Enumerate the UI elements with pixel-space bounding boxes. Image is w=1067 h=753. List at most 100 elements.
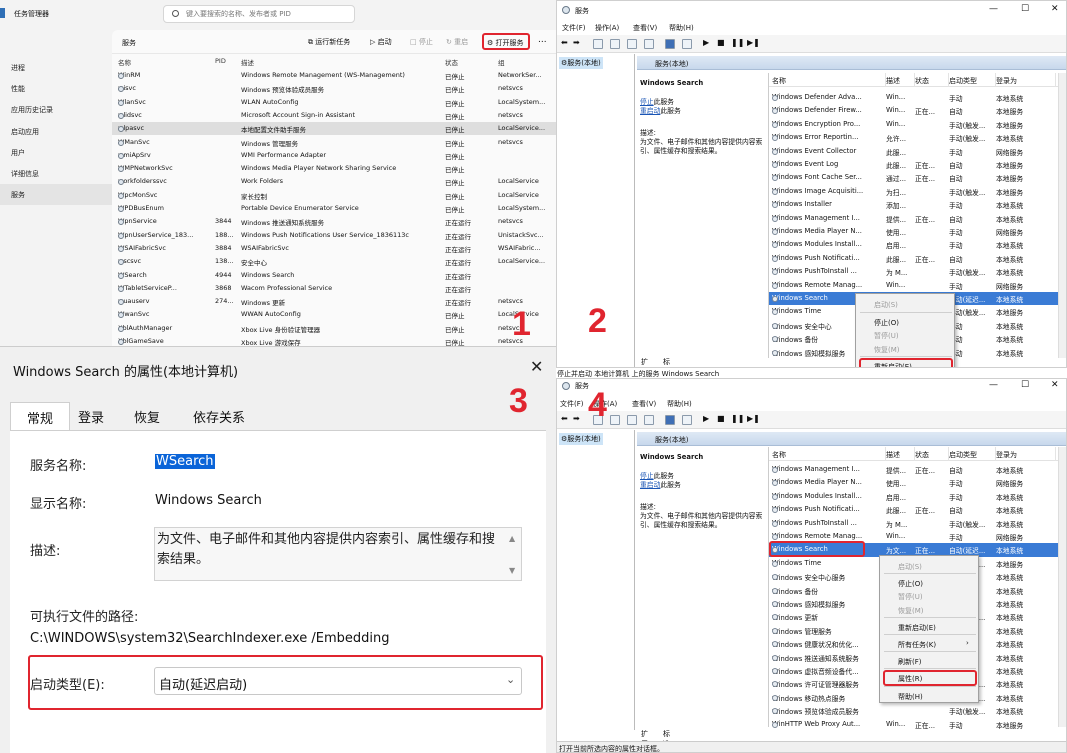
col-status[interactable]: 状态 [445, 57, 458, 67]
nav-processes[interactable]: 进程 [0, 57, 112, 78]
stop-button[interactable]: □ 停止 [410, 37, 433, 47]
service-row[interactable]: Windows Event Log 此服... 正在... 自动 本地服务 [769, 158, 1059, 171]
help-icon[interactable] [665, 415, 675, 425]
forward-icon[interactable]: ➡ [573, 38, 580, 47]
stop-icon[interactable]: ■ [717, 38, 725, 47]
col-description[interactable]: 描述 [241, 57, 254, 67]
nav-performance[interactable]: 性能 [0, 78, 112, 99]
service-row[interactable]: Windows Modules Install... 启用... 手动 本地系统 [769, 238, 1059, 251]
table-row[interactable]: workfolderssvc Work Folders 已停止 LocalServic… [112, 175, 556, 188]
menu-item[interactable]: 帮助(H) [880, 689, 978, 703]
col-name[interactable]: 名称 [118, 57, 131, 67]
table-row[interactable]: XblAuthManager Xbox Live 身份验证管理器 已停止 netsvc… [112, 322, 556, 335]
close-button[interactable]: ✕ [1051, 380, 1059, 390]
col-status[interactable]: 状态 [915, 447, 949, 461]
service-row[interactable]: Windows Media Player N... 使用... 手动 网络服务 [769, 476, 1059, 489]
menu-file[interactable]: 文件(F) [562, 23, 586, 33]
service-row[interactable]: Windows Image Acquisiti... 为扫... 手动(触发... 本… [769, 185, 1059, 198]
col-name[interactable]: 名称 [772, 73, 886, 87]
scroll-up-icon[interactable]: ▲ [509, 534, 515, 543]
export-icon[interactable] [644, 415, 654, 425]
service-row[interactable]: Windows Installer 添加... 手动 本地系统 [769, 198, 1059, 211]
close-button[interactable]: ✕ [1051, 4, 1059, 14]
more-button[interactable]: ... [538, 35, 547, 45]
menu-help[interactable]: 帮助(H) [667, 399, 692, 409]
table-row[interactable]: wisvc Windows 预览体验成员服务 已停止 netsvcs [112, 82, 556, 95]
startup-type-select[interactable]: 自动(延迟启动) ⌄ [154, 667, 522, 695]
table-row[interactable]: WMPNetworkSvc Windows Media Player Networ… [112, 162, 556, 175]
service-row[interactable]: Windows Push Notificati... 此服... 正在... 自动 本地… [769, 252, 1059, 265]
service-row[interactable]: Windows Modules Install... 启用... 手动 本地系统 [769, 490, 1059, 503]
tab-extended[interactable]: 扩展 [641, 357, 648, 367]
service-row[interactable]: Windows Media Player N... 使用... 手动 网络服务 [769, 225, 1059, 238]
service-row[interactable]: Windows Management I... 提供... 正在... 自动 本地系统 [769, 463, 1059, 476]
maximize-button[interactable]: ☐ [1021, 4, 1029, 14]
table-row[interactable]: wmiApSrv WMI Performance Adapter 已停止 [112, 149, 556, 162]
col-log-on-as[interactable]: 登录为 [996, 73, 1056, 87]
service-row[interactable]: Windows 预览体验成员服务 手动(触发... 本地系统 [769, 704, 1059, 717]
table-row[interactable]: WSearch 4944 Windows Search 正在运行 [112, 269, 556, 282]
table-row[interactable]: WinRM Windows Remote Management (WS-Manag… [112, 69, 556, 82]
start-button[interactable]: ▷ 启动 [370, 37, 392, 47]
pause-icon[interactable]: ❚❚ [731, 414, 744, 423]
menu-view[interactable]: 查看(V) [633, 23, 657, 33]
tab-general[interactable]: 常规 [10, 402, 70, 432]
service-row[interactable]: Windows PushToInstall ... 为 M... 手动(触发... 本… [769, 265, 1059, 278]
minimize-button[interactable]: — [989, 380, 998, 390]
menu-file[interactable]: 文件(F) [560, 399, 584, 409]
service-row[interactable]: Windows Remote Manag... Win... 手动 网络服务 [769, 279, 1059, 292]
restart-service-link[interactable]: 重启动 [640, 107, 660, 115]
properties-icon[interactable] [682, 39, 692, 49]
open-services-button[interactable]: ⚙ 打开服务 [482, 33, 530, 50]
menu-item[interactable]: 所有任务(K) › [880, 637, 978, 651]
service-row[interactable]: Windows Font Cache Ser... 通过... 正在... 自动 本地服… [769, 171, 1059, 184]
table-row[interactable]: WpnUserService_183... 188... Windows Push … [112, 229, 556, 242]
pause-icon[interactable]: ❚❚ [731, 38, 744, 47]
tab-logon[interactable]: 登录 [70, 402, 112, 429]
table-row[interactable]: wlpasvc 本地配置文件助手服务 已停止 LocalService... [112, 122, 556, 136]
forward-icon[interactable]: ➡ [573, 414, 580, 423]
col-pid[interactable]: PID [215, 57, 226, 65]
restart-service-link[interactable]: 重启动 [640, 481, 660, 489]
maximize-button[interactable]: ☐ [1021, 380, 1029, 390]
menu-item[interactable]: 启动(S) [880, 559, 978, 573]
menu-item[interactable]: 停止(O) [880, 576, 978, 590]
table-row[interactable]: XblGameSave Xbox Live 游戏保存 已停止 netsvcs [112, 335, 556, 346]
back-icon[interactable]: ⬅ [561, 414, 568, 423]
menu-item[interactable]: 重新启动(E) [856, 358, 954, 367]
service-row[interactable]: Windows Push Notificati... 此服... 正在... 自动 本地… [769, 503, 1059, 516]
service-row[interactable]: Windows Management I... 提供... 正在... 自动 本地系统 [769, 212, 1059, 225]
minimize-button[interactable]: — [989, 4, 998, 14]
menu-item[interactable]: 刷新(F) [880, 654, 978, 668]
service-row[interactable]: Windows Encryption Pro... Win... 手动(触发... 本… [769, 118, 1059, 131]
menu-item[interactable]: 重新启动(E) [880, 620, 978, 634]
scroll-down-icon[interactable]: ▼ [509, 566, 515, 575]
table-row[interactable]: WlanSvc WLAN AutoConfig 已停止 LocalSystem... [112, 96, 556, 109]
stop-service-link[interactable]: 停止 [640, 98, 654, 106]
display-name-value[interactable]: Windows Search [155, 493, 262, 508]
help-icon[interactable] [665, 39, 675, 49]
properties-icon[interactable] [682, 415, 692, 425]
col-log-on-as[interactable]: 登录为 [996, 447, 1056, 461]
nav-startup-apps[interactable]: 启动应用 [0, 121, 112, 142]
console-tree-icon[interactable] [593, 39, 603, 49]
stop-icon[interactable]: ■ [717, 414, 725, 423]
menu-help[interactable]: 帮助(H) [669, 23, 694, 33]
menu-view[interactable]: 查看(V) [632, 399, 656, 409]
col-name[interactable]: 名称 [772, 447, 886, 461]
service-name-value[interactable]: WSearch [155, 454, 215, 469]
service-row[interactable]: Windows Defender Adva... Win... 手动 本地系统 [769, 91, 1059, 104]
col-description[interactable]: 描述 [886, 73, 915, 87]
service-row[interactable]: WinHTTP Web Proxy Aut... Win... 正在... 手动 本地服… [769, 718, 1059, 731]
refresh-icon[interactable] [627, 39, 637, 49]
menu-item[interactable]: 恢复(M) [880, 603, 978, 617]
col-status[interactable]: 状态 [915, 73, 949, 87]
table-row[interactable]: WPDBusEnum Portable Device Enumerator Ser… [112, 202, 556, 215]
menu-item[interactable]: 暂停(U) [880, 589, 978, 603]
menu-action[interactable]: 操作(A) [595, 23, 619, 33]
table-row[interactable]: WpcMonSvc 家长控制 已停止 LocalService [112, 189, 556, 202]
tree-node-local-services[interactable]: ⚙服务(本地) [559, 433, 603, 445]
tab-standard[interactable]: 标准 [663, 357, 670, 367]
table-row[interactable]: WwanSvc WWAN AutoConfig 已停止 LocalService [112, 308, 556, 321]
grid-view-icon[interactable] [610, 39, 620, 49]
